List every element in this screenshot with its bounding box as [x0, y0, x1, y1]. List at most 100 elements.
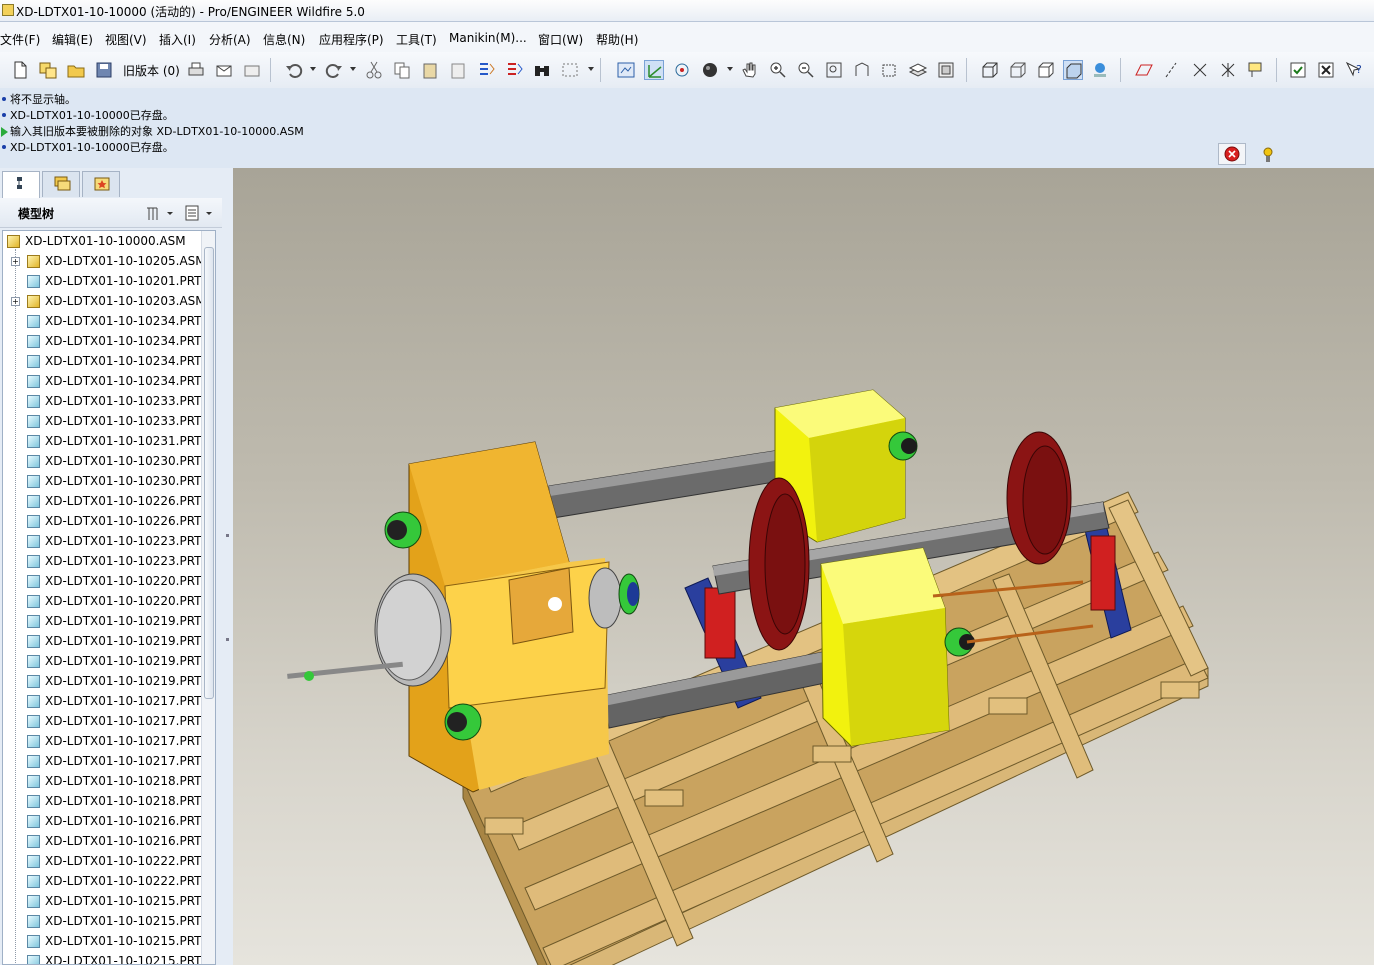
tree-settings-icon[interactable] [144, 204, 174, 225]
tree-item[interactable]: XD-LDTX01-10-10218.PRT [3, 791, 203, 811]
wireframe-icon[interactable] [980, 60, 1000, 80]
menu-analysis[interactable]: 分析(A) [209, 31, 251, 48]
open-session-icon[interactable] [38, 60, 58, 80]
context-help-icon[interactable]: ? [1344, 60, 1364, 80]
hidden-line-icon[interactable] [1008, 60, 1028, 80]
tree-item[interactable]: XD-LDTX01-10-10234.PRT [3, 371, 203, 391]
menu-tools[interactable]: 工具(T) [396, 31, 437, 48]
tree-item[interactable]: XD-LDTX01-10-10215.PRT [3, 951, 203, 964]
tab-favorites[interactable] [82, 171, 120, 197]
refit-icon[interactable] [824, 60, 844, 80]
tree-root[interactable]: XD-LDTX01-10-10000.ASM [3, 231, 203, 251]
saved-views-icon[interactable] [880, 60, 900, 80]
datum-points-icon[interactable] [1190, 60, 1210, 80]
reorient-icon[interactable] [852, 60, 872, 80]
tree-item[interactable]: XD-LDTX01-10-10234.PRT [3, 351, 203, 371]
tree-item[interactable]: XD-LDTX01-10-10223.PRT [3, 551, 203, 571]
menu-insert[interactable]: 插入(I) [159, 31, 196, 48]
menu-info[interactable]: 信息(N) [263, 31, 305, 48]
tree-item[interactable]: + XD-LDTX01-10-10205.ASM [3, 251, 206, 271]
tree-item[interactable]: XD-LDTX01-10-10222.PRT [3, 851, 203, 871]
pan-hand-icon[interactable] [740, 60, 760, 80]
annotations-icon[interactable] [1246, 60, 1266, 80]
status-light-icon[interactable] [1258, 143, 1278, 165]
menu-edit[interactable]: 编辑(E) [52, 31, 93, 48]
tree-item[interactable]: XD-LDTX01-10-10226.PRT [3, 511, 203, 531]
tree-item[interactable]: XD-LDTX01-10-10230.PRT [3, 471, 203, 491]
open-folder-icon[interactable] [66, 60, 86, 80]
print-icon[interactable] [186, 60, 206, 80]
redo-icon[interactable] [324, 60, 344, 80]
repaint-icon[interactable] [616, 60, 636, 80]
tab-folder-browser[interactable] [42, 171, 80, 197]
find-icon[interactable] [532, 60, 552, 80]
tree-item[interactable]: XD-LDTX01-10-10215.PRT [3, 931, 203, 951]
menu-file[interactable]: 文件(F) [0, 31, 40, 48]
tree-item[interactable]: XD-LDTX01-10-10219.PRT [3, 611, 203, 631]
tree-item[interactable]: XD-LDTX01-10-10219.PRT [3, 631, 203, 651]
save-icon[interactable] [94, 60, 114, 80]
spin-center-icon[interactable] [644, 60, 664, 80]
menu-applications[interactable]: 应用程序(P) [319, 31, 384, 48]
undo-icon[interactable] [284, 60, 304, 80]
tree-item[interactable]: XD-LDTX01-10-10230.PRT [3, 451, 203, 471]
tree-item[interactable]: XD-LDTX01-10-10222.PRT [3, 871, 203, 891]
menu-help[interactable]: 帮助(H) [596, 31, 638, 48]
tree-item[interactable]: XD-LDTX01-10-10220.PRT [3, 571, 203, 591]
paste-special-icon[interactable] [448, 60, 468, 80]
paste-icon[interactable] [420, 60, 440, 80]
tree-item[interactable]: XD-LDTX01-10-10226.PRT [3, 491, 203, 511]
layers-icon[interactable] [908, 60, 928, 80]
tree-item[interactable]: XD-LDTX01-10-10219.PRT [3, 671, 203, 691]
no-hidden-icon[interactable] [1036, 60, 1056, 80]
zoom-in-icon[interactable] [768, 60, 788, 80]
panel-splitter[interactable] [222, 168, 233, 965]
select-box-icon[interactable] [560, 60, 580, 80]
tree-item[interactable]: XD-LDTX01-10-10217.PRT [3, 731, 203, 751]
close-window-icon[interactable] [1316, 60, 1336, 80]
tree-item[interactable]: XD-LDTX01-10-10220.PRT [3, 591, 203, 611]
copy-icon[interactable] [392, 60, 412, 80]
tree-item[interactable]: XD-LDTX01-10-10234.PRT [3, 331, 203, 351]
old-version-button[interactable]: 旧版本 (0) [123, 62, 180, 79]
tree-item[interactable]: XD-LDTX01-10-10217.PRT [3, 751, 203, 771]
tab-model-tree[interactable] [2, 171, 40, 198]
send-attachment-icon[interactable] [242, 60, 262, 80]
menu-view[interactable]: 视图(V) [105, 31, 147, 48]
tree-item[interactable]: + XD-LDTX01-10-10203.ASM [3, 291, 206, 311]
tree-item[interactable]: XD-LDTX01-10-10217.PRT [3, 691, 203, 711]
tree-item[interactable]: XD-LDTX01-10-10217.PRT [3, 711, 203, 731]
tree-filter-icon[interactable] [184, 204, 216, 225]
stop-regen-button[interactable] [1218, 143, 1246, 165]
orient-mode-icon[interactable] [672, 60, 692, 80]
tree-item[interactable]: XD-LDTX01-10-10218.PRT [3, 771, 203, 791]
coordinate-systems-icon[interactable] [1218, 60, 1238, 80]
zoom-out-icon[interactable] [796, 60, 816, 80]
tree-scrollbar-thumb[interactable] [204, 247, 214, 699]
tree-item[interactable]: XD-LDTX01-10-10223.PRT [3, 531, 203, 551]
regen-manager-icon[interactable] [504, 60, 524, 80]
expand-icon[interactable]: + [11, 297, 20, 306]
view-manager-icon[interactable] [936, 60, 956, 80]
tree-item[interactable]: XD-LDTX01-10-10233.PRT [3, 391, 203, 411]
tree-scrollbar[interactable] [201, 231, 215, 964]
model-check-icon[interactable] [1288, 60, 1308, 80]
tree-item[interactable]: XD-LDTX01-10-10215.PRT [3, 911, 203, 931]
menu-manikin[interactable]: Manikin(M)... [449, 31, 527, 45]
new-file-icon[interactable] [10, 60, 30, 80]
tree-item[interactable]: XD-LDTX01-10-10231.PRT [3, 431, 203, 451]
tree-item[interactable]: XD-LDTX01-10-10215.PRT [3, 891, 203, 911]
datum-planes-icon[interactable] [1134, 60, 1154, 80]
tree-item[interactable]: XD-LDTX01-10-10201.PRT [3, 271, 203, 291]
tree-item[interactable]: XD-LDTX01-10-10233.PRT [3, 411, 203, 431]
enhanced-realism-icon[interactable] [1090, 60, 1110, 80]
shaded-view-icon[interactable] [1063, 60, 1083, 80]
shading-icon[interactable] [700, 60, 720, 80]
regenerate-icon[interactable] [476, 60, 496, 80]
graphics-window[interactable] [233, 168, 1374, 965]
cut-icon[interactable] [364, 60, 384, 80]
send-mail-icon[interactable] [214, 60, 234, 80]
expand-icon[interactable]: + [11, 257, 20, 266]
menu-window[interactable]: 窗口(W) [538, 31, 583, 48]
tree-item[interactable]: XD-LDTX01-10-10219.PRT [3, 651, 203, 671]
